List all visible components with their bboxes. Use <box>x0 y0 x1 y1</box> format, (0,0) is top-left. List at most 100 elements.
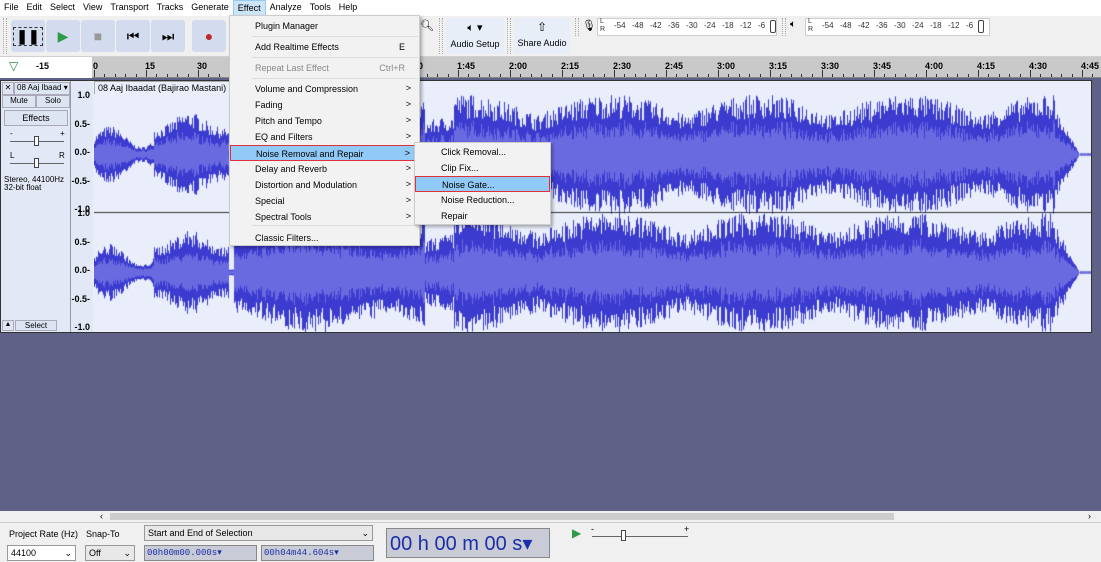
zoom-icon[interactable]: 🔍︎ <box>420 19 434 32</box>
menu-select[interactable]: Select <box>46 0 79 16</box>
snap-to-select[interactable]: Off ⌄ <box>85 545 135 561</box>
horizontal-scrollbar[interactable]: ‹ › <box>0 511 1101 522</box>
ruler-tick <box>218 74 220 77</box>
close-track-button[interactable]: ✕ <box>2 82 14 95</box>
menu-item-classic-filters-label: Classic Filters... <box>255 233 319 243</box>
ruler-tick <box>447 74 449 77</box>
menu-analyze[interactable]: Analyze <box>266 0 306 16</box>
menu-tracks[interactable]: Tracks <box>153 0 188 16</box>
submenu-item-repair[interactable]: Repair <box>415 208 550 224</box>
playback-speaker-icon[interactable]: 🔈︎ <box>790 19 796 30</box>
submenu-item-click-removal[interactable]: Click Removal... <box>415 144 550 160</box>
menu-item-delay-and-reverb[interactable]: Delay and Reverb > <box>230 161 419 177</box>
track-name-menu[interactable]: 08 Aaj Ibaad ▾ <box>14 82 70 95</box>
ruler-label: 2:15 <box>561 61 580 71</box>
pan-slider-thumb[interactable] <box>34 158 39 168</box>
ruler-tick <box>156 74 158 77</box>
play-at-speed-icon[interactable]: ▶ <box>572 526 581 540</box>
track-name: 08 Aaj Ibaad <box>17 83 62 92</box>
meter-tick-label: -24 <box>912 21 924 30</box>
share-audio-label: Share Audio <box>517 38 567 48</box>
selection-end-time[interactable]: 00h04m44.604s▾ <box>261 545 374 561</box>
menu-item-repeat-last-effect[interactable]: Repeat Last Effect Ctrl+R <box>230 60 419 76</box>
menu-effect[interactable]: Effect <box>232 0 266 16</box>
menu-help[interactable]: Help <box>335 0 362 16</box>
menu-item-classic-filters[interactable]: Classic Filters... <box>230 230 419 246</box>
collapse-track-button[interactable]: ▲ <box>2 320 14 331</box>
clip-title: 08 Aaj Ibaadat (Bajirao Mastani) 1 <box>98 83 234 93</box>
snap-to-label: Snap-To <box>86 529 120 539</box>
scrollbar-thumb[interactable] <box>110 513 894 520</box>
ruler-label: 3:00 <box>717 61 736 71</box>
menu-transport[interactable]: Transport <box>106 0 152 16</box>
selection-start-value: 00h00m00.000s <box>147 548 218 558</box>
toolbar-grip[interactable] <box>3 18 7 54</box>
menu-file[interactable]: File <box>0 0 23 16</box>
scale-label: 1.0 <box>77 90 90 100</box>
submenu-item-noise-reduction[interactable]: Noise Reduction... <box>415 192 550 208</box>
select-track-button[interactable]: Select <box>15 320 57 331</box>
scroll-left-icon[interactable]: ‹ <box>100 511 103 521</box>
ruler-tick <box>634 74 636 77</box>
menu-edit[interactable]: Edit <box>23 0 47 16</box>
menu-item-pitch-and-tempo[interactable]: Pitch and Tempo > <box>230 113 419 129</box>
playback-speed-thumb[interactable] <box>621 530 626 541</box>
audio-setup-button[interactable]: 🔈︎ ▾ Audio Setup <box>446 18 504 54</box>
ruler-tick <box>520 74 522 77</box>
project-rate-select[interactable]: 44100 ⌄ <box>7 545 76 561</box>
menu-view[interactable]: View <box>79 0 106 16</box>
share-audio-button[interactable]: ⇧ Share Audio <box>514 18 570 54</box>
ruler-tick <box>749 74 751 77</box>
microphone-icon[interactable]: 🎙︎ <box>582 19 596 32</box>
play-button[interactable]: ▶ <box>46 20 80 52</box>
submenu-item-clip-fix[interactable]: Clip Fix... <box>415 160 550 176</box>
menu-item-volume-and-compression[interactable]: Volume and Compression > <box>230 81 419 97</box>
timeline-options-icon[interactable]: ▽ <box>9 59 18 73</box>
ruler-label: 4:00 <box>925 61 944 71</box>
record-button[interactable]: ● <box>192 20 226 52</box>
pause-button[interactable]: ❚❚ <box>11 20 45 52</box>
ruler-tick <box>915 74 917 77</box>
scroll-right-icon[interactable]: › <box>1088 511 1091 521</box>
meter-slider-thumb[interactable] <box>770 20 776 33</box>
ruler-tick <box>135 74 137 77</box>
submenu-item-noise-gate[interactable]: Noise Gate... <box>415 176 550 192</box>
shortcut-label: Ctrl+R <box>379 63 405 73</box>
selection-mode-select[interactable]: Start and End of Selection ⌄ <box>144 525 373 541</box>
ruler-tick <box>728 74 730 77</box>
ruler-label: 2:45 <box>665 61 684 71</box>
ruler-tick <box>1019 74 1021 77</box>
selection-start-time[interactable]: 00h00m00.000s▾ <box>144 545 257 561</box>
solo-button[interactable]: Solo <box>36 95 70 108</box>
menu-item-fading[interactable]: Fading > <box>230 97 419 113</box>
effect-menu: Plugin Manager Add Realtime Effects E Repea… <box>229 15 420 246</box>
playback-speed-slider[interactable] <box>592 536 688 537</box>
menu-item-spectral-tools-label: Spectral Tools <box>255 212 312 222</box>
chevron-right-icon: > <box>404 148 410 158</box>
menu-item-spectral-tools[interactable]: Spectral Tools > <box>230 209 419 225</box>
chevron-right-icon: > <box>405 83 411 93</box>
skip-end-button[interactable]: ⏭ <box>151 20 185 52</box>
menu-item-eq-and-filters[interactable]: EQ and Filters > <box>230 129 419 145</box>
menu-generate[interactable]: Generate <box>187 0 233 16</box>
menu-tools[interactable]: Tools <box>306 0 335 16</box>
skip-start-button[interactable]: ⏮ <box>116 20 150 52</box>
ruler-tick <box>666 70 667 77</box>
menu-item-add-realtime-effects[interactable]: Add Realtime Effects E <box>230 39 419 55</box>
meter-slider-thumb[interactable] <box>978 20 984 33</box>
stop-button[interactable]: ■ <box>81 20 115 52</box>
audio-position-time[interactable]: 00 h 00 m 00 s▾ <box>386 528 550 558</box>
menu-item-special[interactable]: Special > <box>230 193 419 209</box>
timeline-ruler[interactable]: ▽ -1501530451:001:151:301:452:002:152:30… <box>0 57 1101 78</box>
scale-label: 0.5- <box>74 236 90 247</box>
gain-slider-thumb[interactable] <box>34 136 39 146</box>
ruler-tick <box>530 74 532 77</box>
effects-button[interactable]: Effects <box>4 110 68 126</box>
mute-button[interactable]: Mute <box>2 95 36 108</box>
ruler-label: 2:00 <box>509 61 528 71</box>
menu-item-noise-removal-and-repair[interactable]: Noise Removal and Repair > <box>230 145 419 161</box>
menu-item-plugin-manager[interactable]: Plugin Manager <box>230 18 419 34</box>
playback-meter[interactable]: L R -54 -48 -42 -36 -30 -24 -18 -12 -6 <box>805 18 990 36</box>
record-meter[interactable]: L R -54 -48 -42 -36 -30 -24 -18 -12 -6 <box>597 18 777 36</box>
menu-item-distortion-and-modulation[interactable]: Distortion and Modulation > <box>230 177 419 193</box>
